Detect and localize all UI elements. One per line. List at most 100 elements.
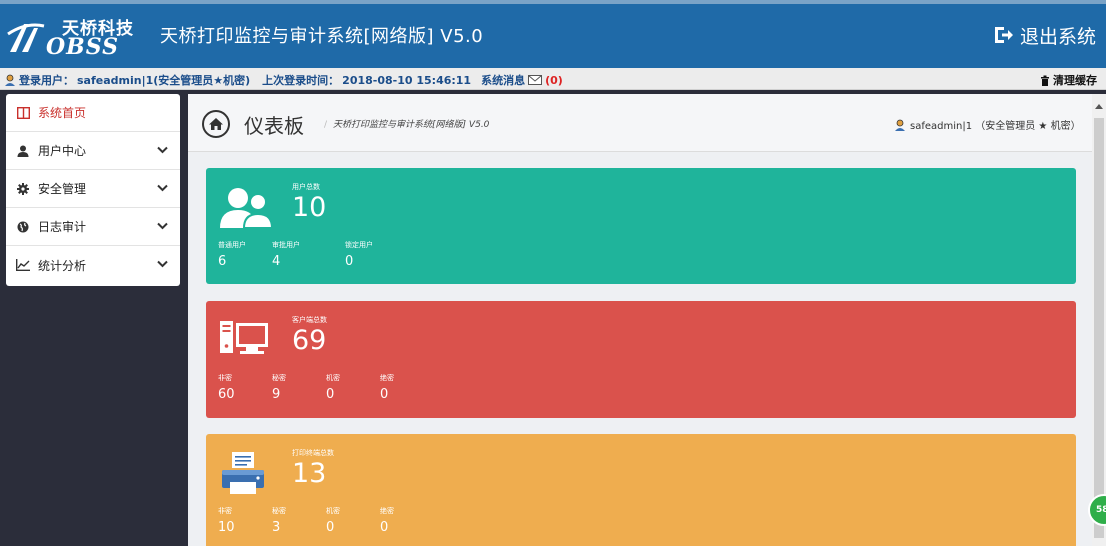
info-bar: 登录用户： safeadmin|1(安全管理员★机密) 上次登录时间： 2018… <box>0 68 1106 90</box>
stat-label: 机密 <box>326 507 340 515</box>
sidebar-item-security[interactable]: 安全管理 <box>6 170 180 208</box>
envelope-icon[interactable] <box>528 75 543 85</box>
sidebar-item-label: 用户中心 <box>38 144 87 158</box>
sidebar-item-log-audit[interactable]: 日志审计 <box>6 208 180 246</box>
home-icon[interactable] <box>202 110 230 138</box>
browser-strip <box>0 0 1106 4</box>
stat-label: 锁定用户 <box>345 241 373 249</box>
chevron-down-icon <box>157 222 168 230</box>
page-header: 仪表板 / 天桥打印监控与审计系统[网络版] V5.0 safeadmin|1 （… <box>188 94 1092 152</box>
last-login-time: 2018-08-10 15:46:11 <box>342 73 472 87</box>
stat-label: 普通用户 <box>218 241 246 249</box>
stat-item: 普通用户 6 <box>218 240 272 269</box>
main-content: 仪表板 / 天桥打印监控与审计系统[网络版] V5.0 safeadmin|1 （… <box>188 94 1092 546</box>
stat-item: 机密 0 <box>326 373 380 402</box>
chevron-down-icon <box>157 146 168 154</box>
user-avatar-icon <box>5 74 15 86</box>
messages-link[interactable]: 系统消息 <box>481 72 525 88</box>
stat-item: 绝密 0 <box>380 373 434 402</box>
stat-value: 0 <box>326 520 335 535</box>
chevron-down-icon <box>157 184 168 192</box>
logo-mark-icon <box>7 23 45 52</box>
stat-label: 非密 <box>218 507 232 515</box>
stat-value: 9 <box>272 387 281 402</box>
client-total-card[interactable]: 客户端总数 69 非密 60 秘密 9 机密 0 绝密 0 <box>206 301 1076 418</box>
page-subtitle-text: 天桥打印监控与审计系统[网络版] V5.0 <box>333 120 490 130</box>
stats-row: 非密 60 秘密 9 机密 0 绝密 0 <box>218 373 434 402</box>
stats-row: 非密 10 秘密 3 机密 0 绝密 0 <box>218 506 434 535</box>
messages-count[interactable]: (0) <box>545 74 563 87</box>
scroll-thumb[interactable] <box>1094 118 1104 538</box>
current-user-text: safeadmin|1 （安全管理员 ★ 机密） <box>910 121 1081 132</box>
current-user: safeadmin|1 （安全管理员 ★ 机密） <box>894 117 1081 132</box>
login-info: 登录用户： safeadmin|1(安全管理员★机密) 上次登录时间： 2018… <box>4 72 563 88</box>
user-total-card[interactable]: 用户总数 10 普通用户 6 审批用户 4 锁定用户 0 <box>206 168 1076 284</box>
stat-label: 秘密 <box>272 374 286 382</box>
trash-icon <box>1041 75 1049 86</box>
printer-total-card[interactable]: 打印终端总数 13 非密 10 秘密 3 机密 0 绝密 0 <box>206 434 1076 546</box>
gear-icon <box>16 182 30 196</box>
total-label: 打印终端总数 <box>292 449 334 457</box>
stat-item: 审批用户 4 <box>272 240 345 269</box>
users-icon <box>220 188 274 229</box>
stat-label: 绝密 <box>380 507 394 515</box>
sidebar-item-label: 统计分析 <box>38 258 87 273</box>
stat-item: 锁定用户 0 <box>345 240 399 269</box>
stat-value: 3 <box>272 520 281 535</box>
total-label: 用户总数 <box>292 183 320 191</box>
clear-cache-button[interactable]: 清理缓存 <box>1040 72 1097 88</box>
stat-item: 机密 0 <box>326 506 380 535</box>
stats-row: 普通用户 6 审批用户 4 锁定用户 0 <box>218 240 399 269</box>
scroll-up-arrow-icon[interactable] <box>1095 104 1103 109</box>
logo-en-text: OBSS <box>46 34 120 60</box>
stat-item: 秘密 3 <box>272 506 326 535</box>
stat-value: 4 <box>272 254 281 269</box>
sidebar-item-label: 日志审计 <box>38 220 87 234</box>
logout-button[interactable]: 退出系统 <box>992 20 1096 50</box>
sidebar-item-home[interactable]: 系统首页 <box>6 94 180 132</box>
total-label: 客户端总数 <box>292 316 327 324</box>
clear-cache-label: 清理缓存 <box>1053 74 1097 87</box>
system-title: 天桥打印监控与审计系统[网络版] V5.0 <box>160 26 484 47</box>
login-user: safeadmin|1(安全管理员★机密) <box>77 74 251 87</box>
total-value: 69 <box>292 325 327 356</box>
stat-value: 6 <box>218 254 227 269</box>
page-subtitle: / 天桥打印监控与审计系统[网络版] V5.0 <box>324 120 490 130</box>
stat-value: 60 <box>218 387 235 402</box>
sidebar-nav: 系统首页 用户中心 安全管理 日志审计 统计分析 <box>6 94 180 286</box>
desktop-computer-icon <box>220 321 268 354</box>
stat-label: 秘密 <box>272 507 286 515</box>
total-value: 10 <box>292 192 327 223</box>
login-user-label: 登录用户： <box>19 74 74 87</box>
printer-icon <box>222 452 264 494</box>
stat-value: 0 <box>380 387 389 402</box>
stat-item: 绝密 0 <box>380 506 434 535</box>
user-icon <box>16 144 30 158</box>
sidebar-item-user-center[interactable]: 用户中心 <box>6 132 180 170</box>
user-avatar-icon <box>895 119 905 131</box>
stat-label: 非密 <box>218 374 232 382</box>
sidebar-item-statistics[interactable]: 统计分析 <box>6 246 180 284</box>
logo: 天桥科技 OBSS <box>6 14 142 60</box>
logout-icon <box>995 27 1013 43</box>
stat-value: 10 <box>218 520 235 535</box>
chevron-down-icon <box>157 260 168 268</box>
vertical-scrollbar[interactable] <box>1092 94 1106 546</box>
stat-item: 非密 60 <box>218 373 272 402</box>
last-login-label: 上次登录时间： <box>262 74 340 87</box>
total-value: 13 <box>292 458 327 489</box>
stat-item: 秘密 9 <box>272 373 326 402</box>
line-chart-icon <box>16 258 30 272</box>
columns-icon <box>16 106 30 120</box>
stat-label: 绝密 <box>380 374 394 382</box>
stat-value: 0 <box>380 520 389 535</box>
sidebar-item-label: 安全管理 <box>38 182 87 196</box>
stat-value: 0 <box>326 387 335 402</box>
globe-icon <box>16 220 30 234</box>
stat-item: 非密 10 <box>218 506 272 535</box>
sidebar-item-label: 系统首页 <box>38 106 87 120</box>
stat-label: 审批用户 <box>272 241 300 249</box>
top-header: 天桥科技 OBSS 天桥打印监控与审计系统[网络版] V5.0 退出系统 <box>0 0 1106 68</box>
stat-value: 0 <box>345 254 354 269</box>
logout-label: 退出系统 <box>1020 25 1097 48</box>
